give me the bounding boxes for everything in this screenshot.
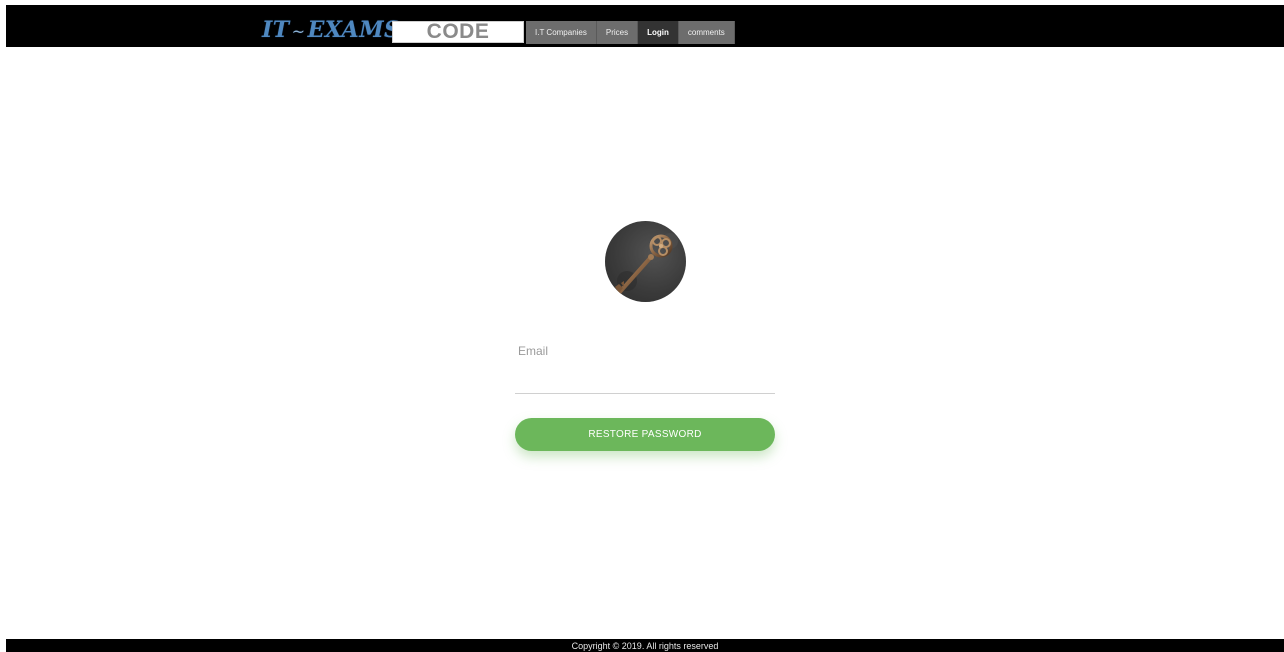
email-input[interactable] (515, 358, 775, 394)
nav-item-prices[interactable]: Prices (596, 21, 639, 44)
logo-text-exams: EXAMS (307, 17, 401, 43)
nav-item-login[interactable]: Login (638, 21, 679, 44)
code-badge[interactable]: CODE (392, 21, 524, 43)
key-icon (605, 221, 686, 302)
nav-item-comments[interactable]: comments (678, 21, 735, 44)
main-nav: I.T Companies Prices Login comments (526, 21, 735, 44)
nav-item-it-companies[interactable]: I.T Companies (526, 21, 597, 44)
email-field: Email (515, 334, 775, 394)
copyright-text: Copyright © 2019. All rights reserved (571, 641, 719, 651)
footer: Copyright © 2019. All rights reserved (6, 639, 1284, 652)
page: IT ~EXAMS CODE I.T Companies Prices Login… (0, 0, 1284, 652)
logo-text-it: IT (262, 17, 290, 43)
logo-tilde: ~ (291, 22, 306, 41)
restore-password-button[interactable]: RESTORE PASSWORD (515, 418, 775, 451)
email-label: Email (518, 344, 549, 358)
site-logo[interactable]: IT ~EXAMS (262, 14, 400, 46)
